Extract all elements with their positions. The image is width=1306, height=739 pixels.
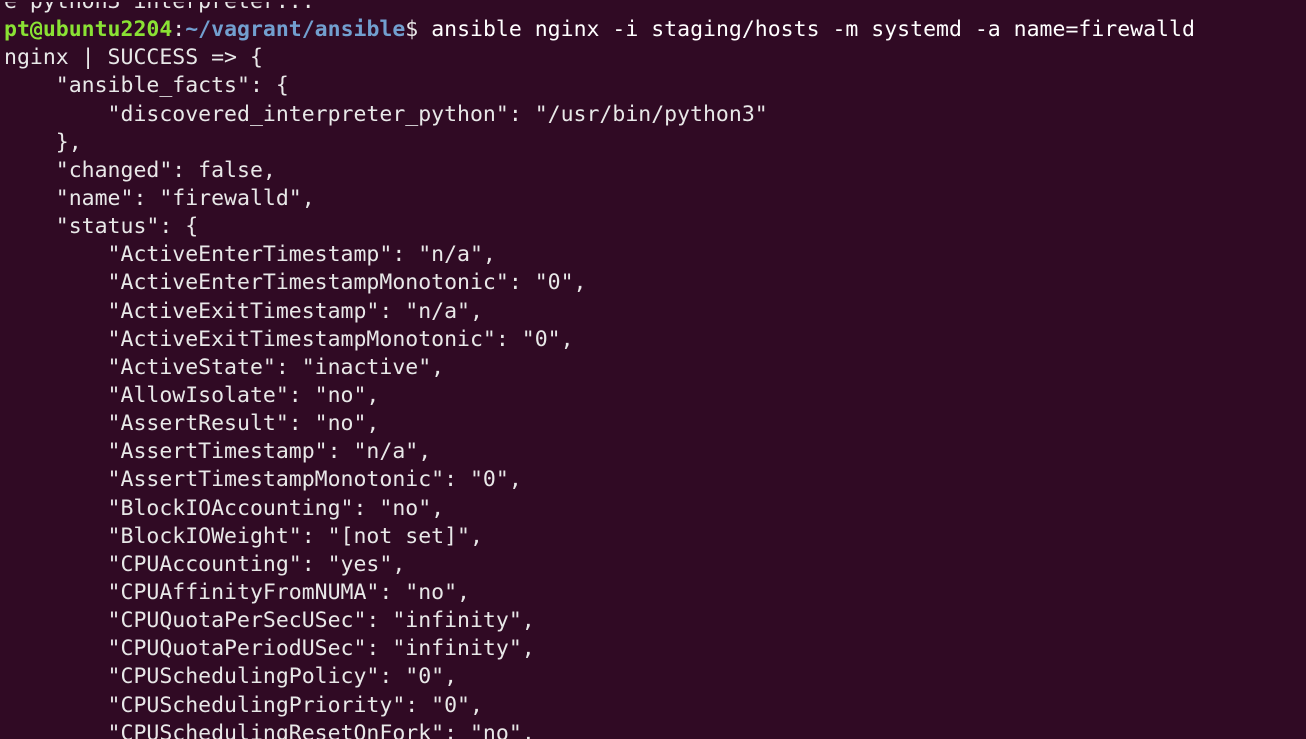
output-line: "AssertResult": "no", — [4, 411, 380, 437]
partial-output-line: e python3 interpreter... — [4, 0, 315, 14]
output-line: "ActiveState": "inactive", — [4, 354, 445, 380]
output-line: "ActiveEnterTimestamp": "n/a", — [4, 242, 496, 268]
output-line: "changed": false, — [4, 157, 276, 183]
output-line: "ActiveExitTimestampMonotonic": "0", — [4, 326, 574, 352]
output-line: "AssertTimestamp": "n/a", — [4, 439, 432, 465]
terminal-screen: e python3 interpreter... pt@ubuntu2204:~… — [4, 0, 1306, 739]
command-line: pt@ubuntu2204:~/vagrant/ansible$ ansible… — [4, 16, 1306, 44]
command-output: nginx | SUCCESS => { "ansible_facts": { … — [4, 44, 1306, 739]
output-line: }, — [4, 129, 82, 155]
output-line: "AssertTimestampMonotonic": "0", — [4, 467, 522, 493]
output-line: "name": "firewalld", — [4, 185, 315, 211]
output-line: "CPUSchedulingResetOnFork": "no", — [4, 720, 535, 739]
output-line: "CPUSchedulingPriority": "0", — [4, 692, 483, 718]
output-line: "ansible_facts": { — [4, 73, 289, 99]
output-line: "status": { — [4, 214, 199, 240]
output-line: "CPUQuotaPeriodUSec": "infinity", — [4, 636, 535, 662]
output-line: "BlockIOWeight": "[not set]", — [4, 523, 483, 549]
output-line: "CPUSchedulingPolicy": "0", — [4, 664, 458, 690]
output-line: "CPUAccounting": "yes", — [4, 551, 406, 577]
output-line: "CPUQuotaPerSecUSec": "infinity", — [4, 608, 535, 634]
output-line: "BlockIOAccounting": "no", — [4, 495, 445, 521]
terminal-window[interactable]: e python3 interpreter... pt@ubuntu2204:~… — [0, 0, 1306, 739]
output-line: nginx | SUCCESS => { — [4, 45, 263, 71]
output-line: "ActiveExitTimestamp": "n/a", — [4, 298, 483, 324]
prompt-sign: $ — [405, 17, 432, 43]
output-line: "AllowIsolate": "no", — [4, 382, 380, 408]
prompt-user-host: pt@ubuntu2204 — [4, 17, 173, 43]
output-line: "ActiveEnterTimestampMonotonic": "0", — [4, 270, 587, 296]
output-line: "discovered_interpreter_python": "/usr/b… — [4, 101, 768, 127]
output-line: "CPUAffinityFromNUMA": "no", — [4, 579, 470, 605]
command-text: ansible nginx -i staging/hosts -m system… — [431, 17, 1195, 43]
prompt-path: ~/vagrant/ansible — [185, 17, 406, 43]
prompt-colon: : — [172, 17, 186, 43]
